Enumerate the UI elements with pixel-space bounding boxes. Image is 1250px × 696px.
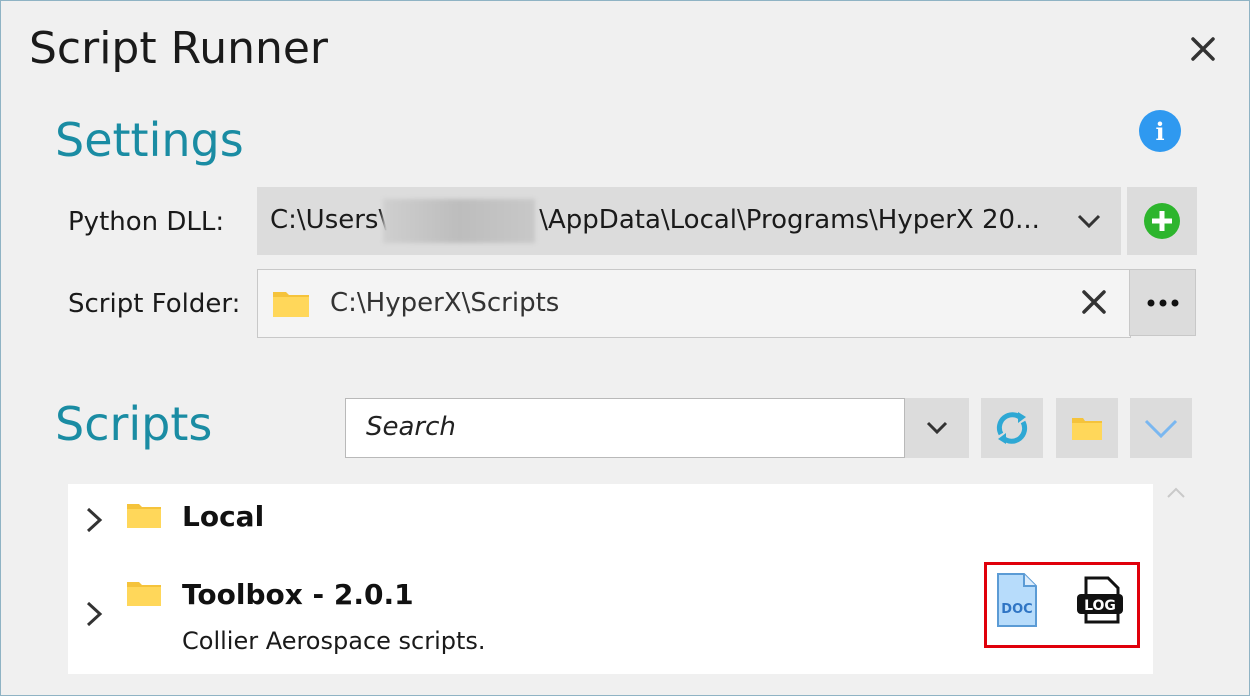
script-folder-value: C:\HyperX\Scripts [330,288,560,318]
expand-all-button[interactable] [1130,398,1192,458]
highlight-box [984,562,1140,648]
scripts-heading: Scripts [55,397,213,451]
tree-item-local[interactable]: Local [182,500,264,533]
chevron-right-icon[interactable] [82,506,106,534]
info-icon: i [1155,116,1165,146]
close-button[interactable] [1183,31,1223,67]
scroll-up-icon[interactable] [1165,485,1187,501]
script-runner-window: Script Runner Settings i Python DLL: C:\… [0,0,1250,696]
chevron-right-icon[interactable] [82,600,106,628]
tree-item-toolbox-description: Collier Aerospace scripts. [182,627,486,655]
expand-icon [1144,419,1178,439]
python-dll-label: Python DLL: [68,207,225,237]
search-input[interactable]: Search [345,398,905,458]
more-icon [1147,299,1178,306]
settings-heading: Settings [55,113,244,167]
script-folder-label: Script Folder: [68,289,241,319]
add-icon [1144,203,1180,239]
browse-folder-button[interactable] [1129,269,1196,336]
info-button[interactable]: i [1139,110,1181,152]
folder-icon [273,292,309,317]
close-icon [1191,37,1215,61]
tree-item-toolbox[interactable]: Toolbox - 2.0.1 [182,578,414,611]
clear-icon[interactable] [1080,288,1108,316]
add-dll-button[interactable] [1127,187,1197,255]
refresh-icon [996,412,1028,444]
chevron-down-icon [1077,214,1101,229]
folder-icon [127,582,161,606]
search-dropdown-button[interactable] [905,398,969,458]
folder-icon [1072,418,1102,440]
folder-icon [127,504,161,528]
script-folder-field[interactable]: C:\HyperX\Scripts [257,269,1131,338]
python-dll-select[interactable]: C:\Users\ \AppData\Local\Programs\HyperX … [257,187,1121,255]
refresh-button[interactable] [981,398,1043,458]
window-title: Script Runner [29,23,329,74]
chevron-down-icon [926,421,948,435]
search-placeholder: Search [366,412,456,442]
redacted-username [383,199,535,243]
open-folder-button[interactable] [1056,398,1118,458]
